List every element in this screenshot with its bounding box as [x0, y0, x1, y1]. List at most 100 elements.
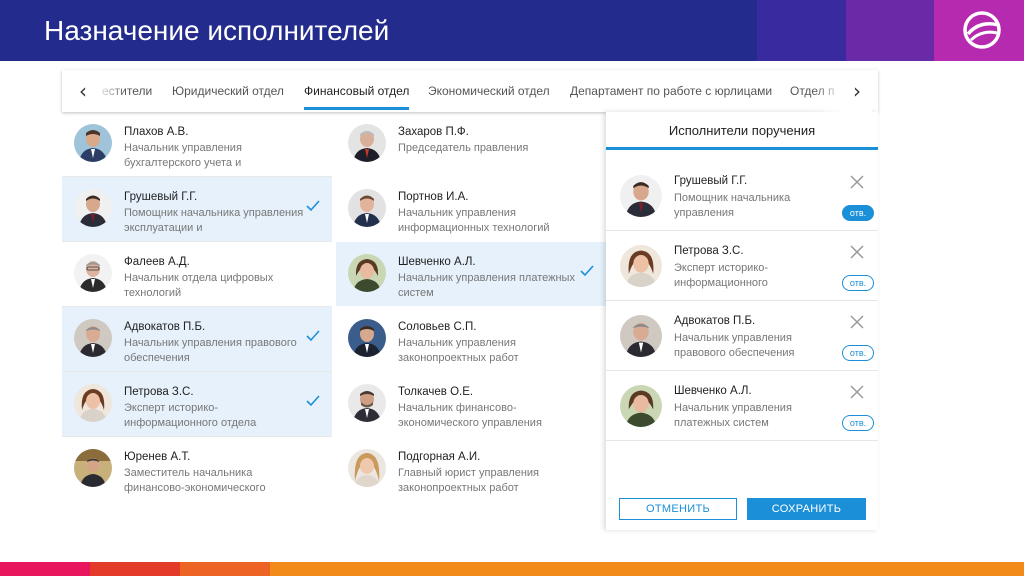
tab-legal-entities[interactable]: Департамент по работе с юрлицами	[570, 70, 772, 112]
cancel-button[interactable]: ОТМЕНИТЬ	[619, 498, 737, 520]
avatar	[348, 384, 386, 422]
employee-name: Шевченко А.Л.	[398, 256, 476, 268]
employee-name: Подгорная А.И.	[398, 451, 481, 463]
responsible-toggle[interactable]: отв.	[842, 415, 874, 431]
footer-stripe	[0, 562, 1024, 576]
check-icon	[306, 395, 320, 407]
tabs-fade-left	[96, 70, 126, 112]
avatar	[74, 384, 112, 422]
employee-name: Соловьев С.П.	[398, 321, 477, 333]
header-stripe-2	[846, 0, 934, 61]
header-main: Назначение исполнителей	[0, 0, 757, 61]
employee-name: Плахов А.В.	[124, 126, 189, 138]
employee-name: Грушевый Г.Г.	[124, 191, 198, 203]
avatar	[620, 315, 662, 357]
responsible-toggle[interactable]: отв.	[842, 275, 874, 291]
check-icon	[306, 200, 320, 212]
assignee-name: Адвокатов П.Б.	[674, 315, 756, 327]
close-icon[interactable]	[850, 245, 864, 259]
header-bar: Назначение исполнителей	[0, 0, 1024, 61]
company-logo-icon	[963, 11, 1001, 49]
assignee-position: Эксперт историко-информационного	[674, 262, 769, 289]
header-stripe-1	[757, 0, 846, 61]
close-icon[interactable]	[850, 315, 864, 329]
assignee-name: Шевченко А.Л.	[674, 385, 752, 397]
employee-item[interactable]: Плахов А.В. Начальник управления бухгалт…	[62, 112, 332, 176]
employee-item[interactable]: Соловьев С.П. Начальник управления закон…	[336, 307, 606, 371]
responsible-toggle[interactable]: отв.	[842, 345, 874, 361]
footer-stripe-segment	[0, 562, 90, 576]
avatar	[74, 254, 112, 292]
active-tab-underline	[304, 107, 410, 110]
tab-economic[interactable]: Экономический отдел	[428, 70, 550, 112]
row-divider	[62, 371, 332, 372]
footer-stripe-segment	[90, 562, 180, 576]
employee-name: Адвокатов П.Б.	[124, 321, 206, 333]
tabs-fade-right	[814, 70, 844, 112]
employee-name: Петрова З.С.	[124, 386, 194, 398]
employee-position: Начальник управления платежных систем	[398, 272, 575, 299]
employee-position: Начальник управления законопроектных раб…	[398, 337, 519, 364]
employee-position: Начальник управления бухгалтерского учет…	[124, 142, 242, 169]
employee-name: Толкачев О.Е.	[398, 386, 474, 398]
avatar	[620, 245, 662, 287]
avatar	[620, 385, 662, 427]
assignee-position: Начальник управления платежных систем	[674, 402, 792, 429]
avatar	[74, 189, 112, 227]
row-divider	[62, 241, 332, 242]
employee-item[interactable]: Грушевый Г.Г. Помощник начальника управл…	[62, 177, 332, 241]
panel-title: Исполнители поручения	[606, 112, 878, 150]
employee-name: Фалеев А.Д.	[124, 256, 190, 268]
employee-position: Заместитель начальника финансово-экономи…	[124, 467, 266, 494]
employee-position: Председатель правления	[398, 142, 529, 154]
employee-item[interactable]: Толкачев О.Е. Начальник финансово-эконом…	[336, 372, 606, 436]
close-icon[interactable]	[850, 175, 864, 189]
employee-name: Юренев А.Т.	[124, 451, 191, 463]
employee-position: Главный юрист управления законопроектных…	[398, 467, 540, 494]
assignee-item: Шевченко А.Л. Начальник управления плате…	[606, 371, 878, 441]
close-icon[interactable]	[850, 385, 864, 399]
avatar	[74, 449, 112, 487]
tab-finance[interactable]: Финансовый отдел	[304, 70, 410, 112]
assignee-item: Грушевый Г.Г. Помощник начальника управл…	[606, 161, 878, 231]
employee-position: Начальник управления информационных техн…	[398, 207, 550, 234]
header-stripe-3	[934, 0, 1024, 61]
tab-legal[interactable]: Юридический отдел	[172, 70, 284, 112]
row-divider	[62, 306, 332, 307]
assignee-name: Петрова З.С.	[674, 245, 744, 257]
assignee-position: Помощник начальника управления	[674, 192, 791, 219]
responsible-toggle[interactable]: отв.	[842, 205, 874, 221]
save-button[interactable]: СОХРАНИТЬ	[747, 498, 866, 520]
tab-finance-label: Финансовый отдел	[304, 84, 410, 98]
avatar	[74, 319, 112, 357]
avatar	[74, 124, 112, 162]
assignee-name: Грушевый Г.Г.	[674, 175, 748, 187]
footer-stripe-segment	[270, 562, 1024, 576]
employee-item[interactable]: Шевченко А.Л. Начальник управления плате…	[336, 242, 606, 306]
employee-position: Эксперт историко-информационного отдела	[124, 402, 257, 429]
employee-position: Начальник отдела цифровых технологий	[124, 272, 274, 299]
employee-list: Плахов А.В. Начальник управления бухгалт…	[62, 112, 606, 510]
employee-item[interactable]: Адвокатов П.Б. Начальник управления прав…	[62, 307, 332, 371]
employee-position: Начальник управления правового обеспечен…	[124, 337, 297, 364]
avatar	[348, 449, 386, 487]
employee-item[interactable]: Портнов И.А. Начальник управления информ…	[336, 177, 606, 241]
employee-position: Помощник начальника управления эксплуата…	[124, 207, 304, 234]
employee-item[interactable]: Петрова З.С. Эксперт историко-информацио…	[62, 372, 332, 436]
row-divider	[62, 436, 332, 437]
department-tabbar: ‹ естители Юридический отдел Финансовый …	[62, 70, 878, 112]
employee-item[interactable]: Юренев А.Т. Заместитель начальника финан…	[62, 437, 332, 501]
employee-position: Начальник финансово-экономического управ…	[398, 402, 542, 429]
assignee-item: Петрова З.С. Эксперт историко-информацио…	[606, 231, 878, 301]
assignee-item: Адвокатов П.Б. Начальник управления прав…	[606, 301, 878, 371]
tabs-next-chevron-icon[interactable]: ›	[842, 70, 872, 112]
check-icon	[580, 265, 594, 277]
avatar	[348, 189, 386, 227]
avatar	[348, 319, 386, 357]
employee-item[interactable]: Фалеев А.Д. Начальник отдела цифровых те…	[62, 242, 332, 306]
tabs-prev-chevron-icon[interactable]: ‹	[68, 70, 98, 112]
employee-item[interactable]: Захаров П.Ф. Председатель правления	[336, 112, 606, 176]
employee-item[interactable]: Подгорная А.И. Главный юрист управления …	[336, 437, 606, 501]
employee-name: Захаров П.Ф.	[398, 126, 469, 138]
row-divider	[62, 176, 332, 177]
